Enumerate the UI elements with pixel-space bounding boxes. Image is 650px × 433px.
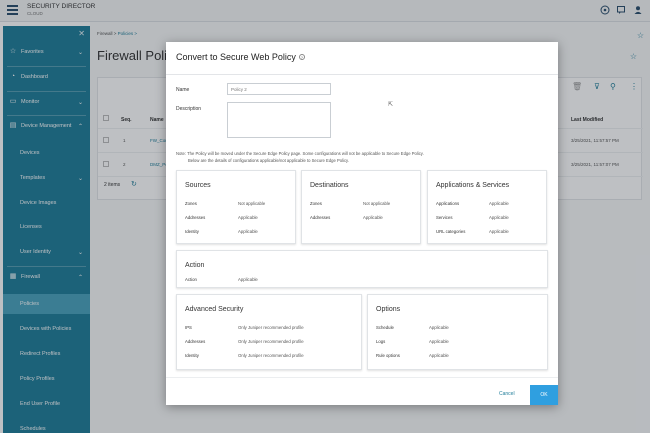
apps-applications-value: Applicable: [489, 201, 509, 206]
dialog-title-text: Convert to Secure Web Policy: [176, 52, 296, 62]
destinations-addresses-label: Addresses: [310, 215, 331, 220]
advanced-ips-value: Only Juniper recommended profile: [238, 325, 304, 330]
help-icon[interactable]: ?: [298, 54, 305, 60]
advanced-identity-value: Only Juniper recommended profile: [238, 353, 304, 358]
card-title: Advanced Security: [185, 306, 244, 313]
advanced-addresses-value: Only Juniper recommended profile: [238, 339, 304, 344]
options-logs-value: Applicable: [429, 339, 449, 344]
mouse-cursor-icon: ⇱: [388, 102, 394, 108]
card-title: Options: [376, 306, 401, 313]
sources-identity-label: Identity: [185, 229, 199, 234]
applications-services-card: Applications & Services Applications App…: [427, 170, 547, 244]
destinations-addresses-value: Applicable: [363, 215, 383, 220]
apps-url-categories-label: URL categories: [436, 229, 466, 234]
destinations-card: Destinations Zones Not applicable Addres…: [301, 170, 421, 244]
options-rule-options-label: Rule options: [376, 353, 400, 358]
advanced-ips-label: IPS: [185, 325, 192, 330]
divider: [166, 377, 558, 378]
sources-zones-label: Zones: [185, 201, 197, 206]
card-title: Destinations: [310, 182, 349, 189]
dialog-title: Convert to Secure Web Policy?: [176, 52, 305, 62]
sources-addresses-label: Addresses: [185, 215, 206, 220]
card-title: Applications & Services: [436, 182, 510, 189]
name-field[interactable]: [227, 83, 331, 95]
advanced-identity-label: Identity: [185, 353, 199, 358]
note-line-1: Note: The Policy will be moved under the…: [176, 151, 424, 156]
action-value: Applicable: [238, 277, 258, 282]
advanced-security-card: Advanced Security IPS Only Juniper recom…: [176, 294, 362, 370]
card-title: Action: [185, 262, 205, 269]
ok-button[interactable]: OK: [530, 385, 558, 405]
options-card: Options Schedule Applicable Logs Applica…: [367, 294, 548, 370]
note-line-2: Below are the details of configurations …: [188, 158, 350, 163]
apps-services-label: Services: [436, 215, 453, 220]
sources-card: Sources Zones Not applicable Addresses A…: [176, 170, 296, 244]
divider: [166, 74, 558, 75]
destinations-zones-label: Zones: [310, 201, 322, 206]
apps-applications-label: Applications: [436, 201, 460, 206]
sources-identity-value: Applicable: [238, 229, 258, 234]
apps-services-value: Applicable: [489, 215, 509, 220]
name-label: Name: [176, 87, 190, 93]
cancel-button[interactable]: Cancel: [499, 391, 515, 397]
action-card: Action Action Applicable: [176, 250, 548, 288]
description-label: Description: [176, 106, 202, 112]
advanced-addresses-label: Addresses: [185, 339, 206, 344]
sources-zones-value: Not applicable: [238, 201, 266, 206]
options-rule-options-value: Applicable: [429, 353, 449, 358]
destinations-zones-value: Not applicable: [363, 201, 391, 206]
action-label: Action: [185, 277, 197, 282]
apps-url-categories-value: Applicable: [489, 229, 509, 234]
convert-policy-dialog: Convert to Secure Web Policy? Name Descr…: [166, 42, 558, 405]
card-title: Sources: [185, 182, 211, 189]
options-schedule-value: Applicable: [429, 325, 449, 330]
options-logs-label: Logs: [376, 339, 386, 344]
description-field[interactable]: [227, 102, 331, 138]
options-schedule-label: Schedule: [376, 325, 394, 330]
sources-addresses-value: Applicable: [238, 215, 258, 220]
